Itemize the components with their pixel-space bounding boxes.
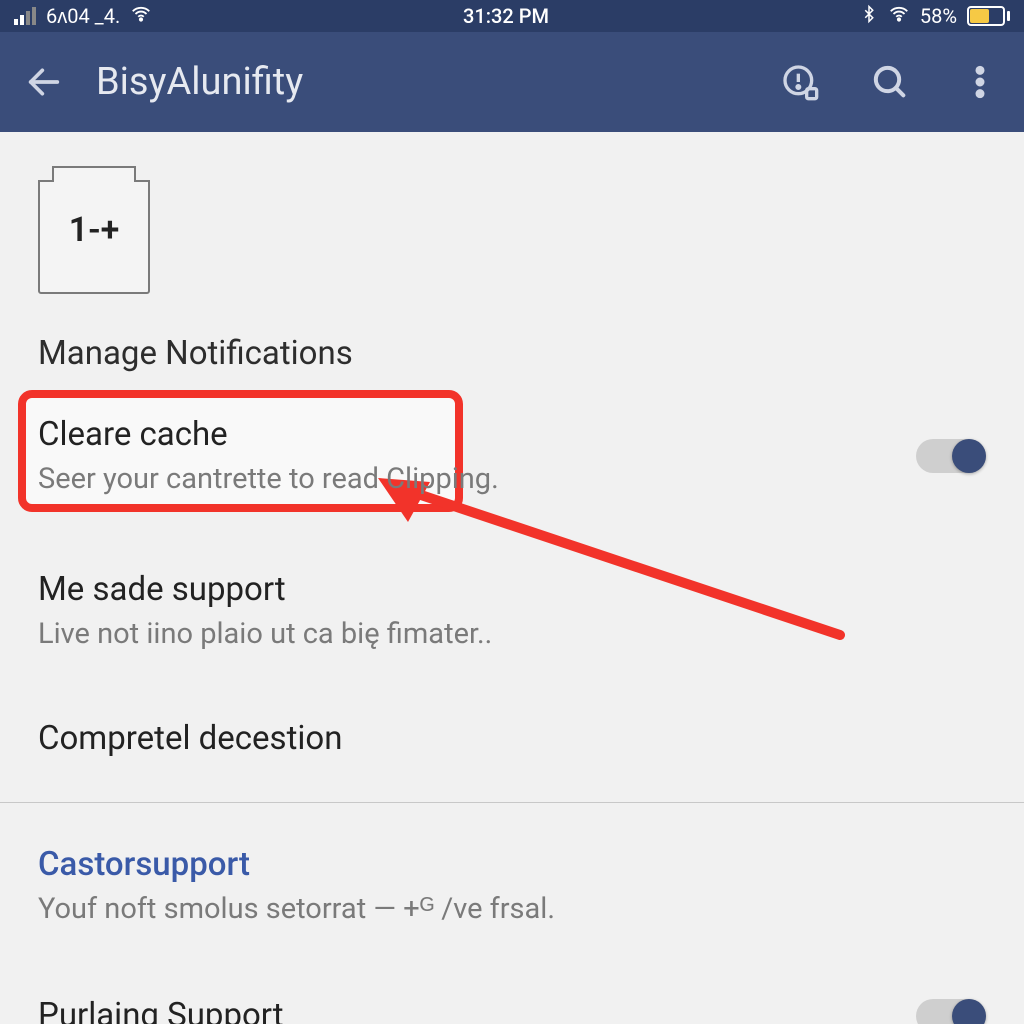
- setting-subtitle: Live not iino plaio ut ca bię fimater..: [38, 617, 986, 651]
- setting-title: Purlaing Support: [38, 996, 916, 1024]
- content: 1-+ Manage Notifications Cleare cache Se…: [0, 132, 1024, 1024]
- status-right: 58%: [860, 3, 1010, 30]
- signal-icon: [14, 7, 36, 25]
- setting-title: Cleare cache: [38, 415, 916, 454]
- status-left: 6ᴧ04 _4.: [14, 3, 152, 30]
- toggle-clear-cache[interactable]: [916, 439, 986, 473]
- wifi-icon: [130, 3, 152, 30]
- setting-castorsupport[interactable]: Castorsupport Youf noft smolus setorrat …: [38, 821, 986, 950]
- setting-title: Me sade support: [38, 570, 986, 609]
- setting-subtitle: Seer your cantrette to read Clipping.: [38, 462, 916, 496]
- setting-purlaing-support[interactable]: Purlaing Support: [38, 972, 986, 1024]
- wifi-icon-2: [888, 3, 910, 30]
- alert-icon[interactable]: [778, 60, 822, 104]
- app-bar: BisyAlunifity: [0, 32, 1024, 132]
- page-title: BisyAlunifity: [96, 60, 748, 104]
- search-button[interactable]: [868, 60, 912, 104]
- setting-me-sade-support[interactable]: Me sade support Live not iino plaio ut c…: [38, 546, 986, 675]
- setting-compretel-decestion[interactable]: Compretel decestion: [38, 695, 986, 792]
- status-time: 31:32 PM: [463, 4, 549, 28]
- section-header: Manage Notifications: [38, 334, 986, 373]
- back-button[interactable]: [22, 60, 66, 104]
- setting-title: Compretel decestion: [38, 719, 986, 758]
- setting-clear-cache[interactable]: Cleare cache Seer your cantrette to read…: [38, 391, 986, 520]
- document-thumbnail-label: 1-+: [69, 210, 120, 250]
- app-bar-actions: [778, 60, 1002, 104]
- bluetooth-icon: [860, 4, 878, 29]
- toggle-purlaing-support[interactable]: [916, 999, 986, 1024]
- document-thumbnail[interactable]: 1-+: [38, 166, 150, 294]
- setting-title: Castorsupport: [38, 845, 986, 884]
- battery-icon: [967, 6, 1010, 26]
- setting-subtitle: Youf noft smolus setorrat — +ᴳ /ve frsal…: [38, 892, 986, 926]
- carrier-text: 6ᴧ04 _4.: [46, 4, 120, 29]
- more-menu-button[interactable]: [958, 60, 1002, 104]
- divider: [0, 802, 1024, 803]
- screen: 6ᴧ04 _4. 31:32 PM 58% BisyAlunifity: [0, 0, 1024, 1024]
- battery-percent: 58%: [920, 4, 957, 28]
- status-bar: 6ᴧ04 _4. 31:32 PM 58%: [0, 0, 1024, 32]
